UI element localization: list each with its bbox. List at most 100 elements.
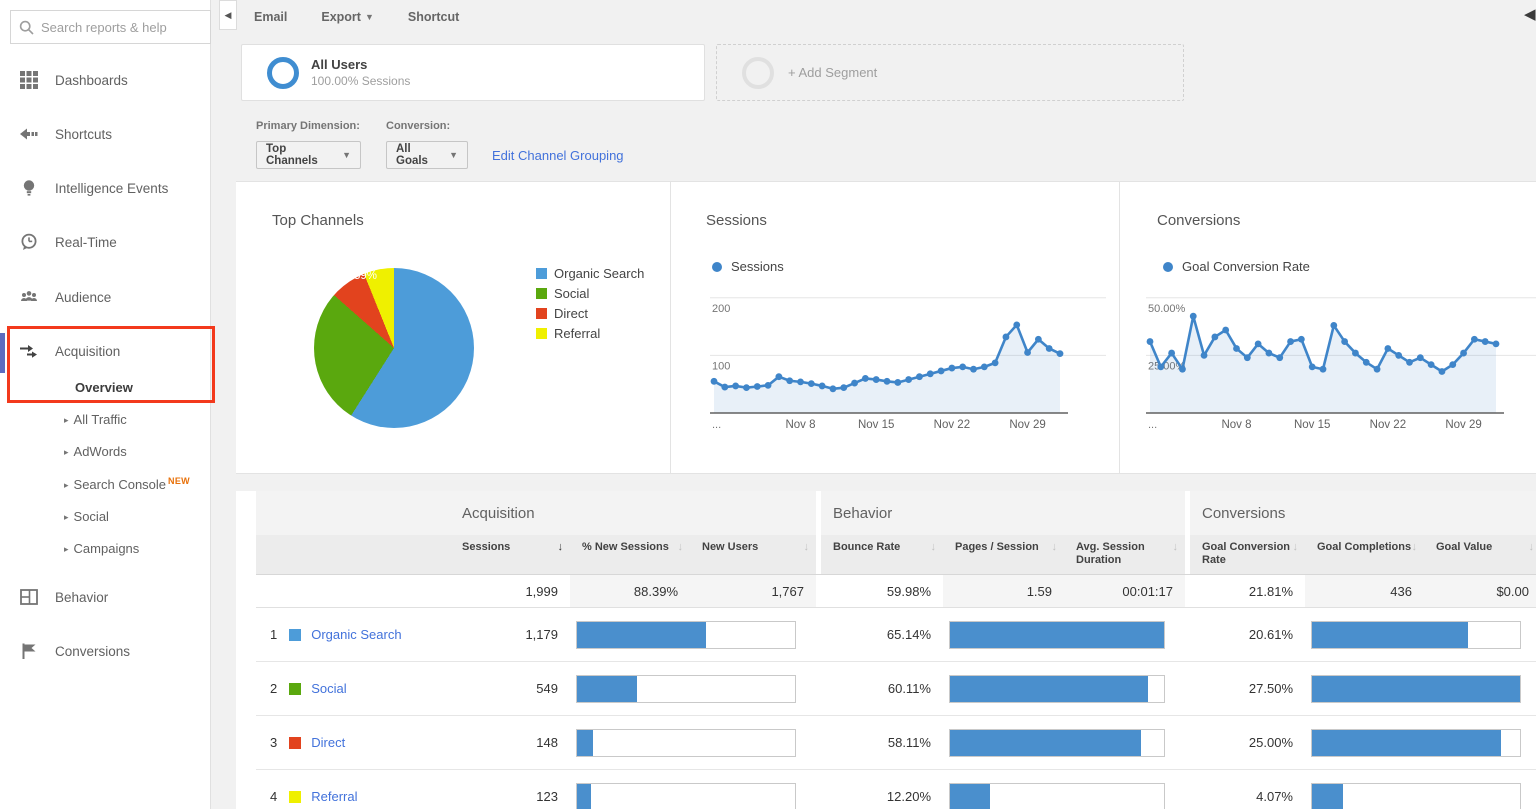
svg-text:Nov 8: Nov 8 (785, 419, 815, 431)
column-header-sessions[interactable]: Sessions↓ (450, 535, 570, 574)
column-header-goal-completions[interactable]: Goal Completions↓ (1305, 535, 1424, 574)
bar-track (576, 729, 796, 757)
channel-link-direct[interactable]: Direct (311, 735, 345, 750)
goal-conversion-value: 25.00% (1190, 716, 1305, 769)
column-header-avg-session-duration[interactable]: Avg. Session Duration↓ (1064, 535, 1185, 574)
acquisition-arrows-icon (20, 342, 38, 360)
pie-slice-label: 59% (354, 270, 377, 282)
sort-arrow-icon[interactable]: ↓ (804, 541, 810, 554)
bar-track (949, 729, 1165, 757)
add-segment-label: + Add Segment (788, 65, 877, 80)
sort-arrow-icon[interactable]: ↓ (678, 541, 684, 554)
sidebar-item-shortcuts[interactable]: Shortcuts (0, 114, 211, 154)
legend-item-social[interactable]: Social (536, 286, 589, 301)
sidebar-item-all-traffic[interactable]: ▸All Traffic (64, 412, 127, 427)
sort-arrow-icon[interactable]: ↓ (1173, 541, 1179, 554)
sessions-line-chart[interactable]: 100200...Nov 8Nov 15Nov 22Nov 29 (708, 279, 1112, 431)
svg-text:100: 100 (712, 360, 730, 372)
conversion-dropdown[interactable]: All Goals▼ (386, 141, 468, 169)
channel-link-social[interactable]: Social (311, 681, 346, 696)
sidebar-item-audience[interactable]: Audience (0, 277, 211, 317)
sort-arrow-icon[interactable]: ↓ (1293, 541, 1299, 554)
sidebar-item-real-time[interactable]: Real-Time (0, 222, 211, 262)
edit-channel-grouping-link[interactable]: Edit Channel Grouping (492, 148, 624, 163)
sidebar-item-adwords[interactable]: ▸AdWords (64, 444, 127, 459)
bar-track (576, 621, 796, 649)
totals-cell: 00:01:17 (1064, 575, 1185, 607)
search-icon (19, 20, 34, 35)
bar-track (1311, 675, 1521, 703)
dashboards-icon (20, 71, 38, 89)
sidebar-item-overview[interactable]: Overview (75, 380, 133, 395)
bounce-rate-value: 65.14% (821, 608, 943, 661)
sidebar-label-shortcuts: Shortcuts (55, 127, 112, 142)
sidebar-item-intelligence-events[interactable]: Intelligence Events (0, 168, 211, 208)
svg-text:50.00%: 50.00% (1148, 303, 1186, 315)
channel-link-referral[interactable]: Referral (311, 789, 357, 804)
sort-arrow-icon[interactable]: ↓ (558, 541, 564, 554)
row-rank: 2 (270, 681, 277, 696)
segment-all-users[interactable]: All Users 100.00% Sessions (241, 44, 705, 101)
conversions-line-chart[interactable]: 25.00%50.00%...Nov 8Nov 15Nov 22Nov 29 (1144, 279, 1536, 431)
channel-color-swatch (289, 791, 301, 803)
legend-item-referral[interactable]: Referral (536, 326, 600, 341)
table-panel: AcquisitionBehaviorConversionsSessions↓%… (236, 491, 1536, 809)
legend-item-organic-search[interactable]: Organic Search (536, 266, 644, 281)
column-header-pages-session[interactable]: Pages / Session↓ (943, 535, 1064, 574)
column-header-new-users[interactable]: New Users↓ (690, 535, 816, 574)
primary-dimension-dropdown[interactable]: Top Channels▼ (256, 141, 361, 169)
column-header-goal-value[interactable]: Goal Value↓ (1424, 535, 1536, 574)
column-header-goal-conversion-rate[interactable]: Goal Conversion Rate↓ (1190, 535, 1305, 574)
panel-collapse-arrow-icon[interactable]: ◀ (1524, 5, 1536, 23)
sessions-bar (570, 716, 816, 769)
channels-table: AcquisitionBehaviorConversionsSessions↓%… (256, 491, 1536, 809)
email-button[interactable]: Email (254, 10, 287, 24)
export-button[interactable]: Export▼ (321, 10, 374, 24)
sidebar-label-intelligence-events: Intelligence Events (55, 181, 168, 196)
add-segment-button[interactable]: + Add Segment (716, 44, 1184, 101)
bar-fill (950, 730, 1141, 756)
totals-cell: 1.59 (943, 575, 1064, 607)
lightbulb-icon (20, 179, 38, 197)
sidebar-item-conversions[interactable]: Conversions (0, 631, 211, 671)
legend-swatch (536, 268, 547, 279)
sidebar-item-acquisition[interactable]: Acquisition (0, 331, 211, 371)
goal-conversion-bar (1305, 662, 1536, 715)
sidebar-label-audience: Audience (55, 290, 111, 305)
sessions-bar (570, 770, 816, 809)
sidebar-item-campaigns[interactable]: ▸Campaigns (64, 541, 139, 556)
sidebar-item-social[interactable]: ▸Social (64, 509, 109, 524)
bounce-rate-value: 60.11% (821, 662, 943, 715)
sort-arrow-icon[interactable]: ↓ (1412, 541, 1418, 554)
table-corner-cell (256, 491, 450, 535)
bar-fill (950, 784, 990, 809)
legend-item-direct[interactable]: Direct (536, 306, 588, 321)
channel-link-organic-search[interactable]: Organic Search (311, 627, 401, 642)
conversions-legend[interactable]: Goal Conversion Rate (1163, 259, 1310, 274)
table-row: 3Direct14858.11%25.00% (256, 716, 1536, 770)
bar-fill (1312, 784, 1343, 809)
shortcuts-icon (20, 125, 38, 143)
row-rank: 1 (270, 627, 277, 642)
sidebar-item-dashboards[interactable]: Dashboards (0, 60, 211, 100)
bar-track (949, 675, 1165, 703)
sessions-legend[interactable]: Sessions (712, 259, 784, 274)
sidebar-item-search-console[interactable]: ▸Search ConsoleNEW (64, 476, 190, 492)
column-header-bounce-rate[interactable]: Bounce Rate↓ (821, 535, 943, 574)
shortcut-button[interactable]: Shortcut (408, 10, 459, 24)
sidebar-item-behavior[interactable]: Behavior (0, 577, 211, 617)
sort-arrow-icon[interactable]: ↓ (1052, 541, 1058, 554)
channel-cell: 1 Organic Search (256, 608, 450, 661)
divider (1119, 182, 1120, 473)
channel-color-swatch (289, 683, 301, 695)
bar-fill (577, 730, 593, 756)
search-box[interactable] (10, 10, 211, 44)
pie-slice-label: 27.5% (244, 262, 277, 274)
column-header--new-sessions[interactable]: % New Sessions↓ (570, 535, 690, 574)
sidebar-collapse-button[interactable]: ◀ (219, 0, 237, 30)
top-channels-pie-chart[interactable] (314, 268, 474, 428)
sort-arrow-icon[interactable]: ↓ (1529, 541, 1535, 554)
search-input[interactable] (41, 20, 202, 35)
sort-arrow-icon[interactable]: ↓ (931, 541, 937, 554)
bar-fill (1312, 622, 1468, 648)
